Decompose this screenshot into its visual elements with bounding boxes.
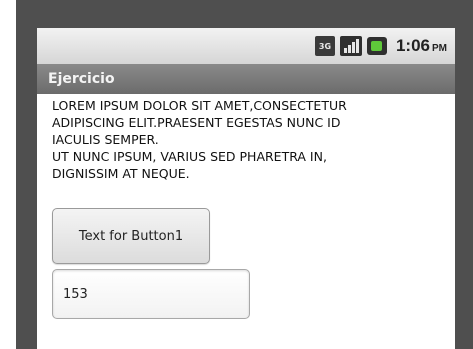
phone-screen: 3G 1:06 PM Ejercicio LOREM IPSUM DOLOR SI…	[37, 28, 455, 349]
app-title-bar: Ejercicio	[37, 64, 455, 94]
body-text-line: LOREM IPSUM DOLOR SIT AMET,CONSECTETUR	[52, 98, 347, 113]
body-text-line: ADIPISCING ELIT.PRAESENT EGESTAS NUNC ID	[52, 115, 341, 130]
body-text-line: UT NUNC IPSUM, VARIUS SED PHARETRA IN,	[52, 149, 327, 164]
network-badge-label: 3G	[318, 41, 332, 51]
number-input-field[interactable]: 153	[52, 269, 250, 319]
button1[interactable]: Text for Button1	[52, 208, 210, 264]
clock-ampm: PM	[432, 43, 447, 54]
clock: 1:06 PM	[396, 36, 447, 56]
status-bar: 3G 1:06 PM	[37, 28, 455, 65]
clock-time: 1:06	[395, 36, 430, 55]
body-text-line: IACULIS SEMPER.	[52, 132, 159, 147]
app-title: Ejercicio	[48, 71, 115, 87]
number-input-value: 153	[63, 286, 88, 302]
body-text: LOREM IPSUM DOLOR SIT AMET,CONSECTETUR A…	[52, 97, 452, 182]
signal-icon	[339, 36, 362, 56]
battery-icon	[366, 37, 387, 55]
status-icons: 3G 1:06 PM	[314, 35, 447, 57]
3g-icon: 3G	[314, 36, 335, 56]
body-text-line: DIGNISSIM AT NEQUE.	[52, 166, 190, 181]
